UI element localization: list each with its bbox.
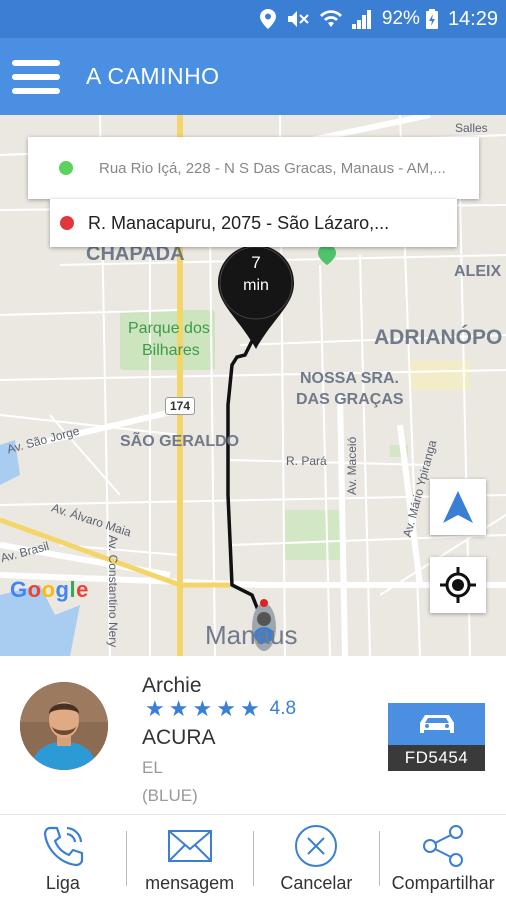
map-label-manaus: Manaus [205, 620, 298, 650]
cancel-label: Cancelar [280, 873, 353, 893]
call-button[interactable]: Liga [0, 815, 126, 900]
star-icon: ★ [192, 696, 213, 721]
map-label-adrianopolis: ADRIANÓPO [374, 326, 503, 349]
crosshair-icon [440, 567, 476, 603]
battery-icon [425, 9, 438, 29]
star-icon: ★ [239, 696, 260, 721]
map-label-parque-1: Parque dos [128, 320, 210, 337]
map-label-av-constantino: Av. Constantino Nery [106, 535, 120, 648]
eta-value: 7 [251, 253, 261, 272]
car-make: ACURA [142, 726, 216, 749]
message-button[interactable]: mensagem [127, 815, 253, 900]
driver-card: Archie ★ ★ ★ ★ ★ 4.8 ACURA EL (BLUE) FD5… [0, 656, 506, 814]
eta-unit: min [243, 277, 269, 294]
google-logo: Google [10, 577, 89, 602]
share-icon [423, 825, 464, 867]
star-icon: ★ [216, 696, 236, 721]
driver-avatar [20, 682, 108, 770]
wifi-icon [319, 9, 342, 29]
share-button[interactable]: Compartilhar [380, 815, 506, 900]
envelope-icon [167, 830, 212, 862]
pickup-address: Rua Rio Içá, 228 - N S Das Gracas, Manau… [99, 159, 446, 177]
map-label-route-174: 174 [165, 397, 196, 415]
hamburger-menu-icon[interactable] [12, 57, 60, 97]
app-bar: A CAMINHO [0, 38, 506, 115]
car-icon [419, 715, 454, 733]
call-label: Liga [45, 873, 80, 893]
navigation-arrow-icon [443, 491, 473, 523]
action-bar: Liga mensagem Cancelar Compartilhar [0, 814, 506, 900]
cancel-circle-icon [295, 825, 338, 867]
dropoff-address: R. Manacapuru, 2075 - São Lázaro,... [88, 212, 390, 233]
car-model: EL [142, 758, 163, 777]
navigation-button[interactable] [430, 479, 486, 535]
pickup-address-card[interactable]: Rua Rio Içá, 228 - N S Das Gracas, Manau… [28, 137, 479, 199]
location-icon [259, 9, 276, 29]
cancel-button[interactable]: Cancelar [254, 815, 380, 900]
driver-photo [20, 682, 108, 770]
map-label-nossa-sra-2: DAS GRAÇAS [296, 391, 404, 408]
rating-value: 4.8 [269, 698, 297, 719]
dropoff-address-card[interactable]: R. Manacapuru, 2075 - São Lázaro,... [50, 199, 457, 247]
clock: 14:29 [447, 7, 498, 30]
map-label-nossa-sra-1: NOSSA SRA. [300, 370, 399, 387]
map-label-parque-2: Bilhares [142, 342, 200, 359]
page-title: A CAMINHO [86, 63, 220, 89]
battery-percent: 92% [381, 8, 420, 29]
car-color: (BLUE) [142, 786, 198, 805]
my-location-button[interactable] [430, 557, 486, 613]
share-label: Compartilhar [391, 873, 495, 893]
mute-icon [286, 9, 310, 29]
map-label-av-maceio: Av. Maceió [345, 436, 359, 495]
driver-rating: ★ ★ ★ ★ ★ 4.8 [145, 696, 296, 722]
star-icon: ★ [168, 696, 189, 721]
phone-icon [43, 826, 83, 867]
map-label-sao-geraldo: SÃO GERALDO [120, 433, 240, 450]
message-label: mensagem [145, 873, 235, 893]
plate-number: FD5454 [388, 745, 485, 771]
star-icon: ★ [145, 696, 165, 721]
vehicle-plate-badge: FD5454 [388, 703, 485, 771]
map-label-salles: Salles [455, 121, 488, 135]
pickup-dot-icon [59, 161, 73, 175]
status-bar: 92% 14:29 [0, 0, 506, 38]
eta-marker: 7 min [218, 245, 298, 353]
map-label-r-para: R. Pará [286, 454, 327, 468]
map-view[interactable]: CHAPADA ALEIX ADRIANÓPO Parque dos Bilha… [0, 115, 506, 656]
driver-name: Archie [142, 674, 202, 697]
signal-icon [351, 9, 372, 29]
map-label-aleix: ALEIX [454, 263, 502, 280]
dropoff-dot-icon [60, 216, 74, 230]
